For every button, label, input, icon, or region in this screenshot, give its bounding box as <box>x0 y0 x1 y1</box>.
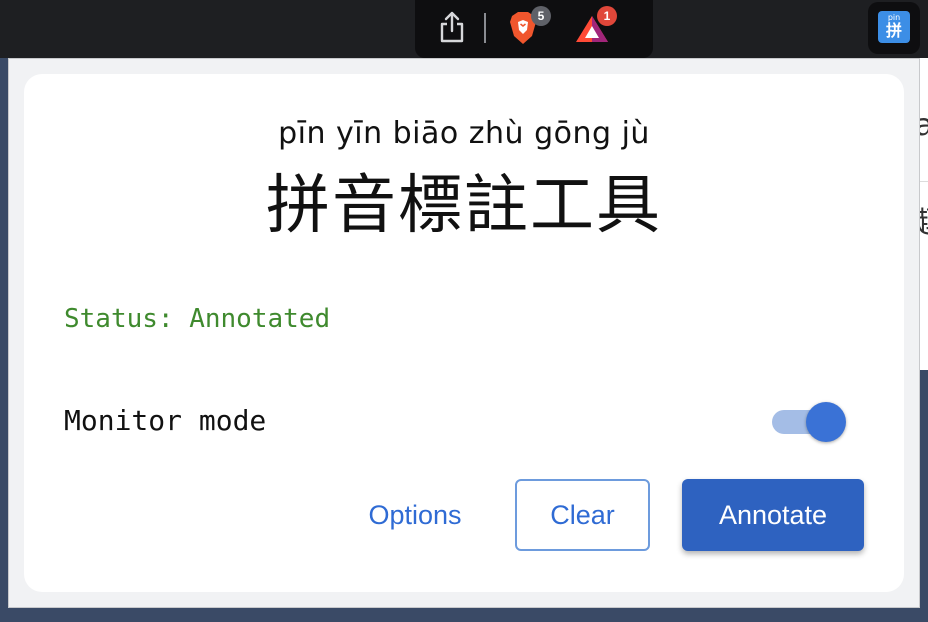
popup-title: 拼音標註工具 <box>266 169 662 243</box>
browser-toolbar: 5 1 pin 拼 <box>0 0 928 58</box>
monitor-mode-label: Monitor mode <box>64 404 267 437</box>
options-button[interactable]: Options <box>344 479 486 551</box>
pinyin-extension-button[interactable]: pin 拼 <box>868 2 920 54</box>
shields-count-badge: 5 <box>531 6 551 26</box>
toolbar-divider <box>484 13 486 43</box>
annotate-button[interactable]: Annotate <box>682 479 864 551</box>
pinyin-extension-icon: pin 拼 <box>878 11 910 43</box>
extension-popup: pīn yīn biāo zhù gōng jù 拼音標註工具 Status: … <box>24 74 904 592</box>
toggle-knob <box>806 402 846 442</box>
extension-icon-big-text: 拼 <box>885 21 902 40</box>
pinyin-heading: pīn yīn biāo zhù gōng jù <box>278 116 650 151</box>
share-icon[interactable] <box>438 10 466 44</box>
status-text: Status: Annotated <box>64 304 331 334</box>
monitor-mode-toggle[interactable] <box>772 401 848 443</box>
rewards-count-badge: 1 <box>597 6 617 26</box>
clear-button[interactable]: Clear <box>515 479 650 551</box>
